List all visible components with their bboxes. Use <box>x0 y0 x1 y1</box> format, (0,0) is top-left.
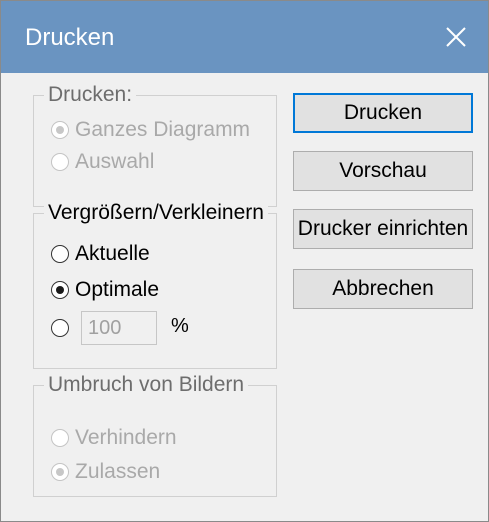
radio-circle <box>51 153 69 171</box>
close-button[interactable] <box>430 13 482 61</box>
radio-label: Auswahl <box>75 150 155 173</box>
print-dialog: Drucken Drucken: Ganzes Diagramm Auswahl… <box>0 0 489 522</box>
radio-circle <box>51 319 69 337</box>
preview-button[interactable]: Vorschau <box>293 151 473 191</box>
dialog-body: Drucken: Ganzes Diagramm Auswahl Vergröß… <box>1 73 488 521</box>
printer-setup-button[interactable]: Drucker einrichten <box>293 209 473 249</box>
percent-input[interactable]: 100 <box>81 311 157 345</box>
radio-circle <box>51 429 69 447</box>
radio-verhindern[interactable]: Verhindern <box>51 425 177 451</box>
radio-aktuelle[interactable]: Aktuelle <box>51 241 150 267</box>
radio-auswahl[interactable]: Auswahl <box>51 149 154 175</box>
radio-label: Ganzes Diagramm <box>75 118 251 141</box>
percent-unit: % <box>171 315 189 337</box>
radio-label: Verhindern <box>75 426 177 449</box>
radio-label: Optimale <box>75 278 160 301</box>
radio-ganzes-diagramm[interactable]: Ganzes Diagramm <box>51 117 250 143</box>
radio-circle <box>51 463 69 481</box>
radio-circle <box>51 281 69 299</box>
scale-legend: Vergrößern/Verkleinern <box>44 200 268 226</box>
radio-label: Zulassen <box>75 460 161 483</box>
image-wrap-legend: Umbruch von Bildern <box>44 372 249 398</box>
radio-custom-percent[interactable] <box>51 319 69 337</box>
print-button[interactable]: Drucken <box>293 93 473 133</box>
window-title: Drucken <box>25 24 115 51</box>
radio-circle <box>51 245 69 263</box>
radio-label: Aktuelle <box>75 242 150 265</box>
radio-circle <box>51 121 69 139</box>
cancel-button[interactable]: Abbrechen <box>293 269 473 309</box>
radio-optimale[interactable]: Optimale <box>51 277 159 303</box>
title-bar: Drucken <box>1 1 488 73</box>
print-range-legend: Drucken: <box>44 82 137 108</box>
close-icon <box>446 27 466 47</box>
radio-zulassen[interactable]: Zulassen <box>51 459 160 485</box>
